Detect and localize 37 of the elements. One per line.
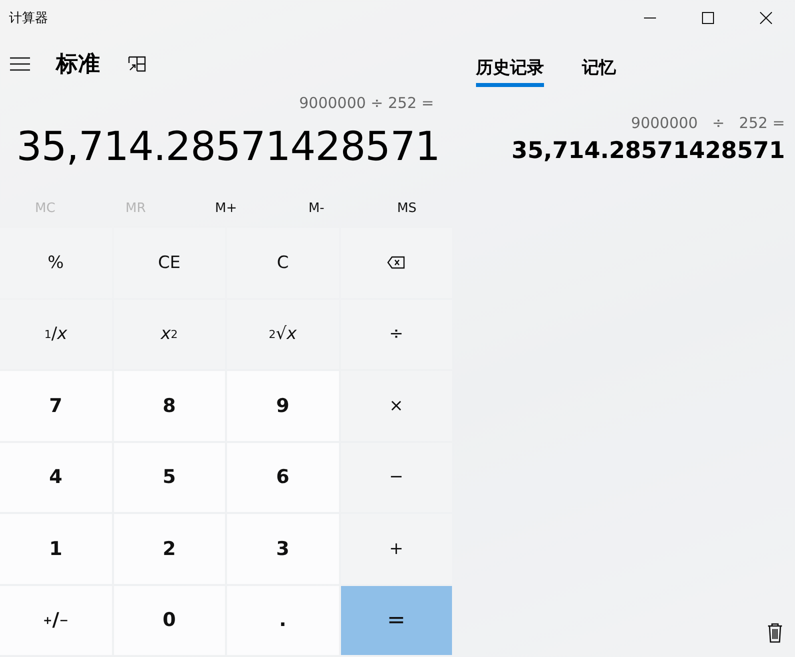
digit-key[interactable]: .: [227, 586, 338, 655]
digit-key[interactable]: 8: [114, 371, 225, 440]
menu-button[interactable]: [8, 55, 32, 73]
operator-key[interactable]: +: [340, 514, 452, 584]
operator-key[interactable]: x$^{2}$: [114, 300, 225, 369]
delete-icon[interactable]: [765, 621, 785, 645]
digit-key[interactable]: 1: [0, 514, 112, 584]
tab[interactable]: 记忆: [582, 50, 616, 86]
memory-button[interactable]: M+: [180, 190, 272, 226]
maximize-icon: [702, 12, 714, 24]
digit-key[interactable]: 2: [114, 514, 225, 584]
digit-key[interactable]: 5: [114, 442, 225, 512]
history-expression: 9000000 ÷ 252 =: [631, 114, 785, 132]
close-icon: [760, 12, 772, 24]
window-title: 计算器: [8, 10, 48, 27]
operator-key[interactable]: $^{1}$/x: [0, 300, 112, 369]
operator-key[interactable]: ×: [340, 371, 452, 440]
memory-button[interactable]: MS: [362, 190, 452, 226]
digit-key[interactable]: 7: [0, 371, 112, 440]
operator-key[interactable]: C: [227, 228, 338, 298]
result-display: 35,714.28571428571: [15, 123, 441, 172]
memory-button[interactable]: M-: [271, 190, 362, 226]
backspace-icon: [387, 256, 406, 270]
digit-key[interactable]: 9: [227, 371, 338, 440]
keep-on-top-button[interactable]: [126, 54, 148, 74]
expression-text: 9000000 ÷ 252 =: [298, 94, 435, 114]
mode-title: 标准: [56, 51, 100, 79]
digit-key[interactable]: 3: [227, 514, 338, 584]
operator-key[interactable]: −: [340, 442, 452, 512]
history-result[interactable]: 35,714.28571428571: [511, 138, 785, 164]
operator-key[interactable]: ÷: [340, 300, 452, 369]
digit-key[interactable]: 4: [0, 442, 112, 512]
digit-key[interactable]: 0: [114, 586, 225, 655]
equals-key[interactable]: =: [340, 586, 452, 655]
tab[interactable]: 历史记录: [476, 50, 544, 86]
digit-key[interactable]: 6: [227, 442, 338, 512]
operator-key[interactable]: $^{2}$√x: [227, 300, 338, 369]
